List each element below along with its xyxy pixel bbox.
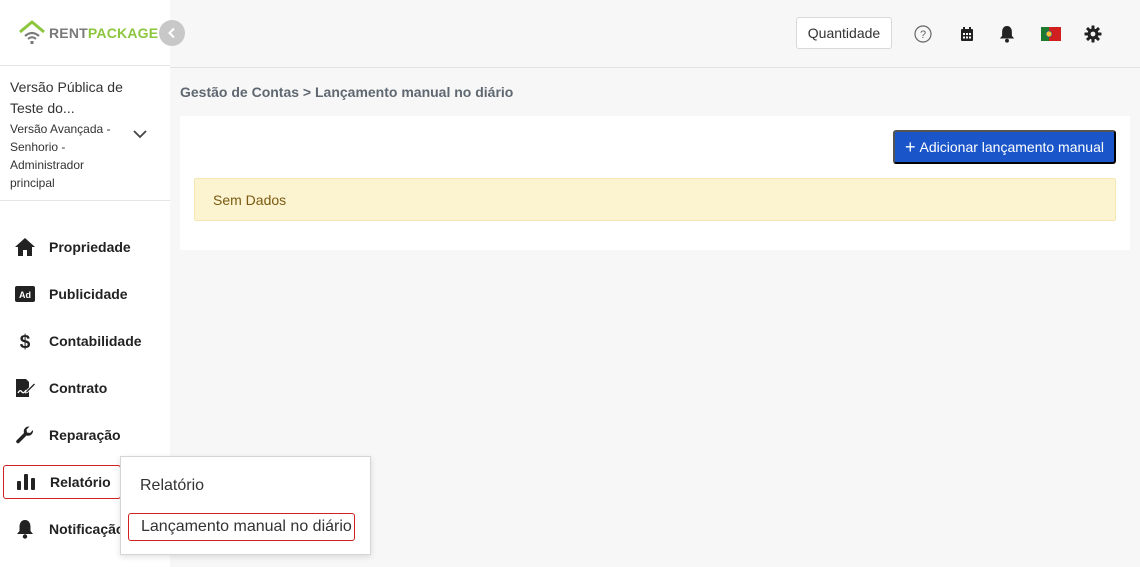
svg-text:$: $ <box>20 332 31 351</box>
sidebar-item-label: Relatório <box>50 474 111 490</box>
logo-text-rent: RENT <box>49 25 88 41</box>
wrench-icon <box>14 424 36 446</box>
logo-text-package: PACKAGE <box>87 25 159 41</box>
ad-icon: Ad <box>14 283 36 305</box>
divider <box>0 65 170 66</box>
help-icon[interactable]: ? <box>913 24 933 44</box>
journal-entries-panel: + Adicionar lançamento manual Sem Dados <box>180 116 1130 250</box>
bell-icon <box>14 518 36 540</box>
calendar-icon[interactable] <box>957 24 977 44</box>
breadcrumb: Gestão de Contas > Lançamento manual no … <box>180 84 514 100</box>
home-icon <box>14 236 36 258</box>
dollar-icon: $ <box>14 330 36 352</box>
sidebar-item-label: Notificação <box>49 521 125 537</box>
svg-text:Ad: Ad <box>19 290 31 300</box>
logo-house-icon <box>19 20 45 44</box>
submenu-item-lancamento-manual[interactable]: Lançamento manual no diário <box>128 513 355 541</box>
top-bar: Quantidade ? <box>170 0 1140 68</box>
sidebar-item-reparacao[interactable]: Reparação <box>3 418 121 452</box>
submenu-item-relatorio[interactable]: Relatório <box>128 473 204 499</box>
plus-icon: + <box>905 137 916 157</box>
relatorio-submenu: Relatório Lançamento manual no diário <box>120 456 371 555</box>
sidebar-item-label: Reparação <box>49 427 121 443</box>
sidebar-item-notificacao[interactable]: Notificação <box>3 512 125 546</box>
bar-chart-icon <box>15 471 37 493</box>
account-role: Versão Avançada - Senhorio - Administrad… <box>10 122 111 190</box>
account-switcher[interactable]: Versão Pública de Teste do... Versão Ava… <box>10 77 125 192</box>
add-manual-entry-label: Adicionar lançamento manual <box>919 139 1104 155</box>
sidebar-item-label: Contabilidade <box>49 333 142 349</box>
chevron-down-icon[interactable] <box>132 127 148 145</box>
sidebar-item-publicidade[interactable]: Ad Publicidade <box>3 277 128 311</box>
empty-state-alert: Sem Dados <box>194 178 1116 221</box>
quantity-button[interactable]: Quantidade <box>796 17 892 49</box>
sidebar-item-relatorio[interactable]: Relatório <box>3 465 121 499</box>
portugal-flag-icon[interactable] <box>1040 24 1061 44</box>
sidebar-item-contabilidade[interactable]: $ Contabilidade <box>3 324 142 358</box>
gear-icon[interactable] <box>1083 24 1103 44</box>
sidebar-item-label: Publicidade <box>49 286 128 302</box>
notifications-bell-icon[interactable] <box>997 24 1017 44</box>
divider <box>0 200 170 201</box>
chevron-left-icon <box>168 27 175 39</box>
add-manual-entry-button[interactable]: + Adicionar lançamento manual <box>893 130 1116 164</box>
svg-text:?: ? <box>920 29 926 41</box>
rentpackage-logo[interactable]: RENTPACKAGE <box>18 18 158 48</box>
collapse-sidebar-button[interactable] <box>159 20 185 46</box>
account-name: Versão Pública de Teste do... <box>10 79 123 116</box>
sidebar-item-propriedade[interactable]: Propriedade <box>3 230 131 264</box>
contract-icon <box>14 377 36 399</box>
sidebar-item-contrato[interactable]: Contrato <box>3 371 121 405</box>
sidebar-item-label: Contrato <box>49 380 108 396</box>
sidebar-item-label: Propriedade <box>49 239 131 255</box>
